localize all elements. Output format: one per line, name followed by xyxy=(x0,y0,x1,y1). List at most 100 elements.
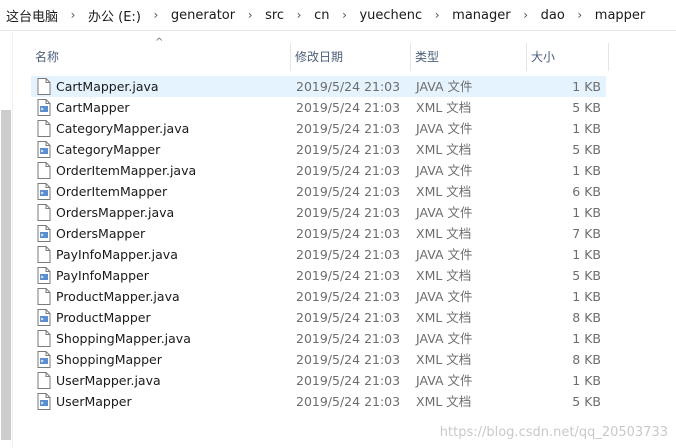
xml-file-icon xyxy=(37,99,51,116)
file-modified-date: 2019/5/24 21:03 xyxy=(296,121,401,136)
breadcrumb-item[interactable]: cn xyxy=(314,8,329,23)
file-modified-date: 2019/5/24 21:03 xyxy=(296,205,401,220)
file-modified-date: 2019/5/24 21:03 xyxy=(296,352,401,367)
xml-file-icon xyxy=(37,225,51,242)
file-type: XML 文档 xyxy=(416,226,472,241)
file-modified-date: 2019/5/24 21:03 xyxy=(296,310,401,325)
file-type: JAVA 文件 xyxy=(416,289,473,304)
file-size: 1 KB xyxy=(572,205,601,220)
java-file-icon xyxy=(37,162,51,179)
file-type: JAVA 文件 xyxy=(416,163,473,178)
breadcrumb-item[interactable]: 这台电脑 xyxy=(6,6,58,25)
file-row[interactable]: PayInfoMapper 2019/5/24 21:03 XML 文档 5 KB xyxy=(31,265,606,286)
file-name: OrderItemMapper xyxy=(56,184,168,199)
file-row[interactable]: CategoryMapper.java 2019/5/24 21:03 JAVA 文… xyxy=(31,118,606,139)
file-row[interactable]: CartMapper 2019/5/24 21:03 XML 文档 5 KB xyxy=(31,97,606,118)
file-row[interactable]: PayInfoMapper.java 2019/5/24 21:03 JAVA 文件… xyxy=(31,244,606,265)
file-type: JAVA 文件 xyxy=(416,331,473,346)
file-type: JAVA 文件 xyxy=(416,79,473,94)
column-header-size[interactable]: 大小 xyxy=(527,43,609,71)
file-name: CartMapper xyxy=(56,100,130,115)
file-row[interactable]: ProductMapper.java 2019/5/24 21:03 JAVA 文件… xyxy=(31,286,606,307)
file-list: CartMapper.java 2019/5/24 21:03 JAVA 文件 1 K… xyxy=(31,76,609,412)
file-name: ShoppingMapper.java xyxy=(56,331,191,346)
java-file-icon xyxy=(37,120,51,137)
file-name: ProductMapper xyxy=(56,310,151,325)
file-row[interactable]: UserMapper 2019/5/24 21:03 XML 文档 5 KB xyxy=(31,391,606,412)
file-modified-date: 2019/5/24 21:03 xyxy=(296,331,401,346)
file-type: JAVA 文件 xyxy=(416,373,473,388)
file-type: XML 文档 xyxy=(416,310,472,325)
file-modified-date: 2019/5/24 21:03 xyxy=(296,373,401,388)
file-type: XML 文档 xyxy=(416,184,472,199)
breadcrumb-item[interactable]: 办公 (E:) xyxy=(88,6,141,25)
breadcrumb-item[interactable]: generator xyxy=(171,8,235,23)
file-row[interactable]: OrdersMapper.java 2019/5/24 21:03 JAVA 文件 1… xyxy=(31,202,606,223)
file-modified-date: 2019/5/24 21:03 xyxy=(296,184,401,199)
address-bar[interactable]: 这台电脑 › 办公 (E:) › generator › src › cn › yuechenc › m… xyxy=(0,0,676,31)
breadcrumb-separator-icon[interactable]: › xyxy=(329,8,359,22)
file-modified-date: 2019/5/24 21:03 xyxy=(296,79,401,94)
file-size: 5 KB xyxy=(572,394,601,409)
file-name: CategoryMapper xyxy=(56,142,161,157)
java-file-icon xyxy=(37,330,51,347)
java-file-icon xyxy=(37,78,51,95)
file-size: 1 KB xyxy=(572,331,601,346)
breadcrumb-separator-icon[interactable]: › xyxy=(141,8,171,22)
file-modified-date: 2019/5/24 21:03 xyxy=(296,394,401,409)
file-size: 8 KB xyxy=(572,352,601,367)
breadcrumb-item[interactable]: mapper xyxy=(595,8,645,23)
file-size: 1 KB xyxy=(572,373,601,388)
breadcrumb-separator-icon[interactable]: › xyxy=(58,8,88,22)
file-row[interactable]: OrdersMapper 2019/5/24 21:03 XML 文档 7 KB xyxy=(31,223,606,244)
file-type: XML 文档 xyxy=(416,352,472,367)
column-header-type[interactable]: 类型 xyxy=(411,43,527,71)
file-row[interactable]: CategoryMapper 2019/5/24 21:03 XML 文档 5 KB xyxy=(31,139,606,160)
file-modified-date: 2019/5/24 21:03 xyxy=(296,142,401,157)
file-size: 1 KB xyxy=(572,79,601,94)
file-name: CategoryMapper.java xyxy=(56,121,190,136)
file-row[interactable]: OrderItemMapper.java 2019/5/24 21:03 JAVA … xyxy=(31,160,606,181)
breadcrumb-separator-icon[interactable]: › xyxy=(284,8,314,22)
xml-file-icon xyxy=(37,141,51,158)
breadcrumb-item[interactable]: yuechenc xyxy=(359,8,422,23)
breadcrumb-item[interactable]: src xyxy=(265,8,284,23)
file-name: ShoppingMapper xyxy=(56,352,162,367)
file-type: XML 文档 xyxy=(416,394,472,409)
xml-file-icon xyxy=(37,351,51,368)
xml-file-icon xyxy=(37,393,51,410)
file-modified-date: 2019/5/24 21:03 xyxy=(296,268,401,283)
breadcrumb-item[interactable]: manager xyxy=(452,8,510,23)
breadcrumb-separator-icon[interactable]: › xyxy=(511,8,541,22)
file-size: 5 KB xyxy=(572,142,601,157)
file-name: PayInfoMapper.java xyxy=(56,247,178,262)
column-header-date[interactable]: 修改日期 xyxy=(291,43,411,71)
breadcrumb-separator-icon[interactable]: › xyxy=(235,8,265,22)
navigation-pane-scrollbar[interactable] xyxy=(0,32,13,448)
java-file-icon xyxy=(37,288,51,305)
xml-file-icon xyxy=(37,267,51,284)
file-size: 1 KB xyxy=(572,247,601,262)
scrollbar-thumb[interactable] xyxy=(1,110,11,440)
java-file-icon xyxy=(37,204,51,221)
breadcrumb-item[interactable]: dao xyxy=(541,8,565,23)
file-size: 8 KB xyxy=(572,310,601,325)
file-row[interactable]: UserMapper.java 2019/5/24 21:03 JAVA 文件 1 K… xyxy=(31,370,606,391)
file-type: JAVA 文件 xyxy=(416,205,473,220)
breadcrumb-separator-icon[interactable]: › xyxy=(565,8,595,22)
file-size: 6 KB xyxy=(572,184,601,199)
breadcrumb-separator-icon[interactable]: › xyxy=(422,8,452,22)
file-row[interactable]: CartMapper.java 2019/5/24 21:03 JAVA 文件 1 K… xyxy=(31,76,606,97)
file-row[interactable]: ShoppingMapper.java 2019/5/24 21:03 JAVA 文… xyxy=(31,328,606,349)
file-name: OrderItemMapper.java xyxy=(56,163,197,178)
file-modified-date: 2019/5/24 21:03 xyxy=(296,163,401,178)
file-row[interactable]: ShoppingMapper 2019/5/24 21:03 XML 文档 8 KB xyxy=(31,349,606,370)
file-size: 5 KB xyxy=(572,100,601,115)
file-row[interactable]: OrderItemMapper 2019/5/24 21:03 XML 文档 6 KB xyxy=(31,181,606,202)
file-modified-date: 2019/5/24 21:03 xyxy=(296,289,401,304)
file-type: XML 文档 xyxy=(416,100,472,115)
java-file-icon xyxy=(37,372,51,389)
sort-ascending-icon: ^ xyxy=(155,37,164,48)
file-row[interactable]: ProductMapper 2019/5/24 21:03 XML 文档 8 KB xyxy=(31,307,606,328)
file-name: OrdersMapper xyxy=(56,226,146,241)
